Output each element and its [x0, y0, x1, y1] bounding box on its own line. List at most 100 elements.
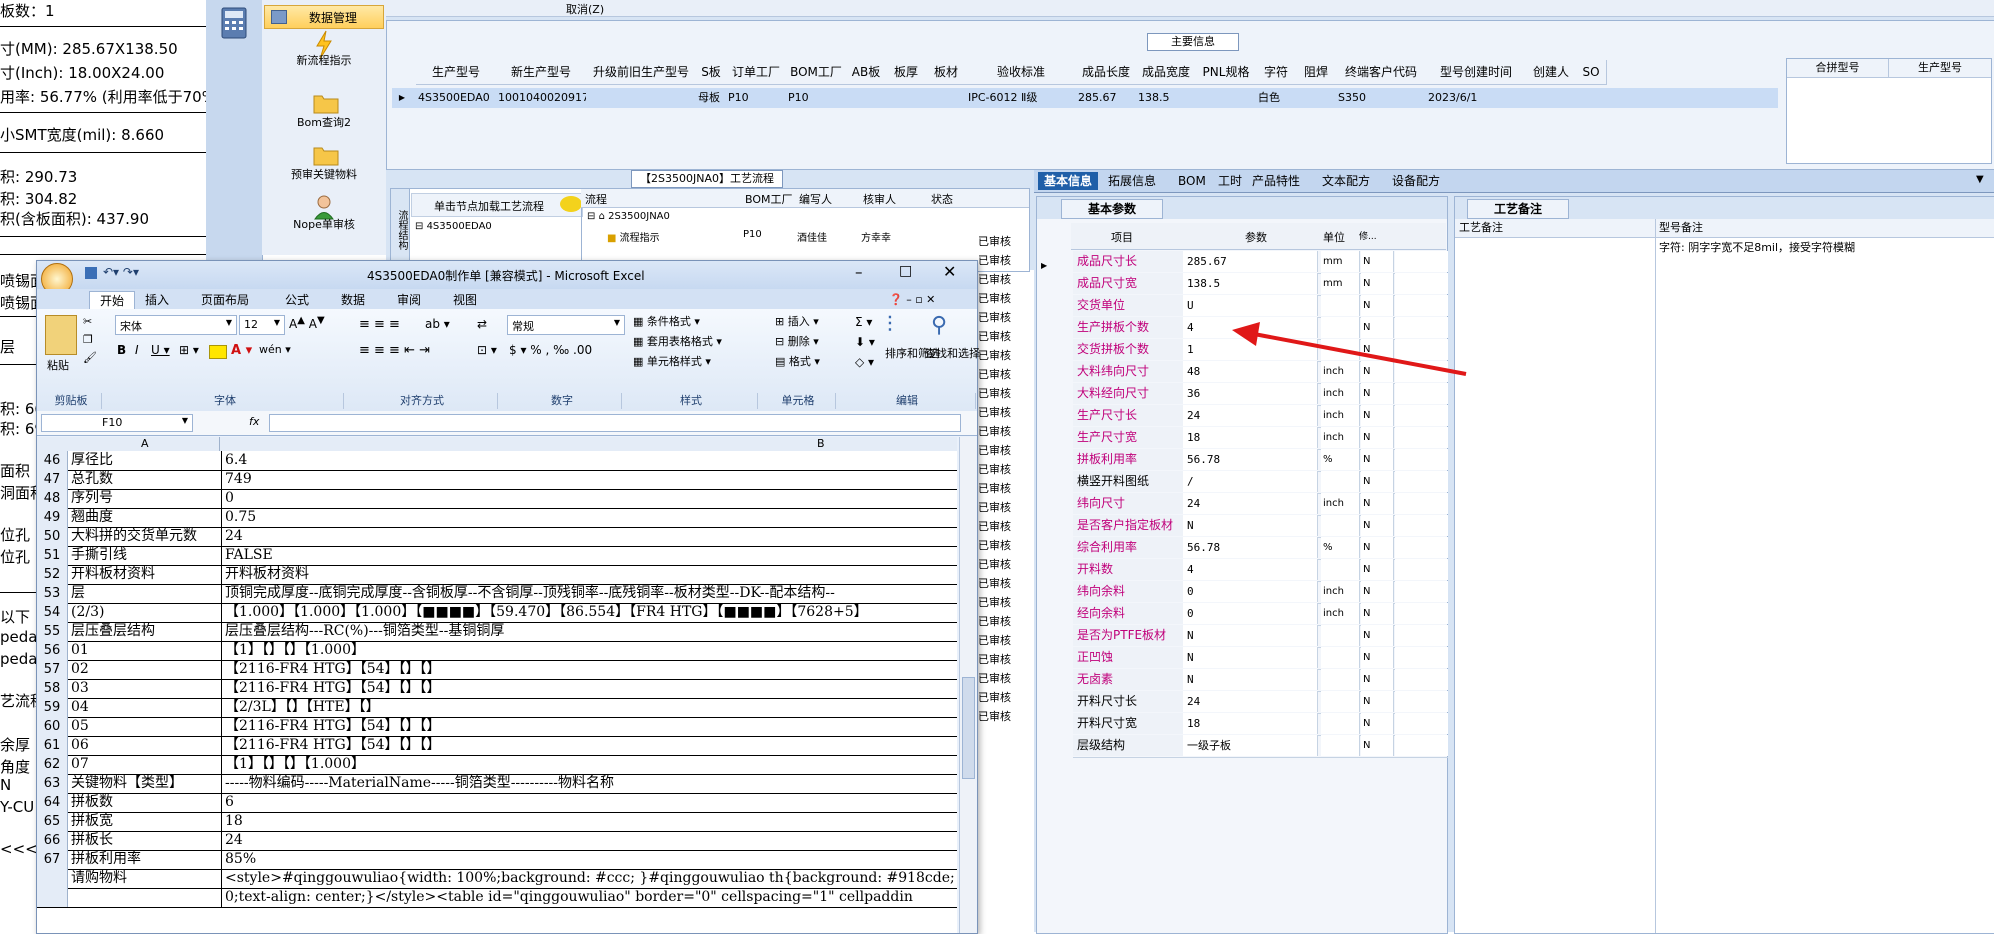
sheet-row[interactable]: 67 拼板利用率 85% [37, 850, 957, 870]
cell-b[interactable]: 【2116-FR4 HTG】【54】【】【】 [223, 679, 957, 698]
param-cell-v[interactable]: 24 [1183, 691, 1318, 712]
param-cell-u[interactable]: inch [1321, 427, 1360, 448]
main-grid-cell[interactable]: P10 [728, 88, 786, 108]
cell-b[interactable]: FALSE [223, 546, 957, 565]
param-cell-n[interactable]: N [1361, 493, 1394, 514]
row-number[interactable]: 62 [37, 755, 68, 774]
main-grid-col-header[interactable]: 板材 [926, 60, 967, 85]
sheet-row[interactable]: 59 04 【2/3L】【】【HTE】【】 [37, 698, 957, 718]
ribbon-tab[interactable]: 公式 [285, 291, 309, 308]
param-row[interactable]: 开料尺寸长 24 N [1073, 691, 1448, 714]
param-cell-n[interactable]: N [1361, 713, 1394, 734]
flow-structure-side-tab[interactable]: 流程结构 [391, 189, 410, 271]
param-cell-u[interactable] [1321, 669, 1360, 690]
underline-icon[interactable]: U ▾ [151, 343, 170, 357]
row-number[interactable]: 61 [37, 736, 68, 755]
sheet-row[interactable]: 60 05 【2116-FR4 HTG】【54】【】【】 [37, 717, 957, 737]
main-grid-col-header[interactable]: 生产型号 [416, 60, 497, 85]
find-select-button[interactable]: 查找和选择 [925, 345, 980, 361]
param-row[interactable]: 成品尺寸宽 138.5 mm N [1073, 273, 1448, 296]
param-cell-u[interactable]: mm [1321, 251, 1360, 272]
sheet-row[interactable]: 63 关键物料【类型】 -----物料编码-----MaterialName----… [37, 774, 957, 794]
param-cell-n[interactable]: N [1361, 581, 1394, 602]
row-number[interactable]: 57 [37, 660, 68, 679]
vertical-scrollbar[interactable] [959, 437, 976, 933]
param-cell-u[interactable]: inch [1321, 405, 1360, 426]
main-grid-col-header[interactable]: 板厚 [886, 60, 927, 85]
ribbon-tab[interactable]: 审阅 [397, 291, 421, 308]
param-row[interactable]: 无卤素 N N [1073, 669, 1448, 692]
row-number[interactable]: 46 [37, 451, 68, 470]
sheet-row[interactable]: 53 层顶铜完成厚度--底铜完成厚度--含铜板厚--不含铜厚--顶残铜率--底残铜… [37, 584, 957, 604]
sheet-row[interactable]: 66 拼板长 24 [37, 831, 957, 851]
param-cell-u[interactable]: % [1321, 537, 1360, 558]
dropdown-arrow-icon[interactable]: ▼ [1976, 174, 1984, 185]
col-header-param[interactable]: 参数 [1245, 229, 1267, 245]
sheet-row[interactable]: 49 翘曲度 0.75 [37, 508, 957, 528]
sheet-row[interactable]: 请购物料 <style>#qinggouwuliao{width: 100%;ba… [37, 869, 957, 889]
param-row[interactable]: 生产尺寸宽 18 inch N [1073, 427, 1448, 450]
find-select-icon[interactable]: ⚲ [931, 313, 947, 338]
number-format-select[interactable]: 常规 ▼ [507, 315, 625, 335]
font-color-icon[interactable]: A ▾ [231, 343, 252, 358]
param-cell-v[interactable]: N [1183, 647, 1318, 668]
save-icon[interactable] [85, 267, 97, 279]
param-cell-u[interactable]: inch [1321, 383, 1360, 404]
main-grid-cell[interactable]: 母板 [698, 88, 726, 108]
delete-cell-button[interactable]: ⊟ 删除 ▾ [775, 335, 819, 349]
param-cell-n[interactable]: N [1361, 537, 1394, 558]
nav-item-nope-review[interactable]: Nope单审核 [262, 194, 386, 232]
row-number[interactable]: 50 [37, 527, 68, 546]
sort-filter-icon[interactable]: ⫶ [887, 313, 893, 338]
param-cell-v[interactable]: N [1183, 625, 1318, 646]
param-cell-u[interactable]: inch [1321, 581, 1360, 602]
main-grid-cell[interactable]: 10010400209179 [498, 88, 586, 108]
main-grid-cell[interactable] [1528, 88, 1576, 108]
cell-a[interactable]: 拼板利用率 [69, 850, 222, 869]
cell-b[interactable]: 0.75 [223, 508, 957, 527]
row-number[interactable]: 49 [37, 508, 68, 527]
sheet-row[interactable]: 58 03 【2116-FR4 HTG】【54】【】【】 [37, 679, 957, 699]
ribbon-tab[interactable]: 插入 [145, 291, 169, 308]
param-cell-u[interactable]: inch [1321, 493, 1360, 514]
sheet-row[interactable]: 52 开料板材资料 开料板材资料 [37, 565, 957, 585]
row-number[interactable]: 66 [37, 831, 68, 850]
main-grid-cell[interactable]: 4S3500EDA0 [418, 88, 496, 108]
fill-color-icon[interactable] [209, 345, 227, 359]
param-row[interactable]: 纬向余料 0 inch N [1073, 581, 1448, 604]
conditional-format-button[interactable]: ▦ 条件格式 ▾ [633, 315, 700, 329]
row-number[interactable]: 65 [37, 812, 68, 831]
cell-b[interactable]: 【1.000】【1.000】【1.000】【■■■■】【59.470】【86.5… [223, 603, 957, 622]
main-grid-col-header[interactable]: 创建人 [1526, 60, 1577, 85]
grow-font-icon[interactable]: A▲ A▼ [289, 315, 325, 331]
tree-node-flow[interactable]: ■ 流程指示 [607, 229, 660, 244]
detail-tab[interactable]: 工时 [1218, 172, 1242, 190]
param-cell-v[interactable]: 18 [1183, 713, 1318, 734]
sheet-row[interactable]: 64 拼板数 6 [37, 793, 957, 813]
main-grid-cell[interactable] [848, 88, 886, 108]
param-cell-u[interactable] [1321, 625, 1360, 646]
maximize-icon[interactable]: □ [899, 263, 912, 279]
cell-a[interactable]: 03 [69, 679, 222, 698]
ribbon-tab[interactable]: 数据 [341, 291, 365, 308]
main-grid-col-header[interactable]: 成品宽度 [1136, 60, 1197, 85]
ribbon-tab[interactable]: 开始 [89, 291, 136, 310]
main-grid-cell[interactable]: 138.5 [1138, 88, 1196, 108]
row-number[interactable]: 58 [37, 679, 68, 698]
sum-icon[interactable]: Σ ▾ [855, 315, 872, 329]
col-header-process-note[interactable]: 工艺备注 [1455, 219, 1656, 238]
cell-b[interactable]: 【1】【】【】【1.000】 [223, 641, 957, 660]
main-grid-cell[interactable]: 2023/6/1 [1428, 88, 1526, 108]
ribbon-tab[interactable]: 页面布局 [201, 291, 249, 308]
font-size-select[interactable]: 12 ▼ [239, 315, 285, 335]
sheet-row[interactable]: 57 02 【2116-FR4 HTG】【54】【】【】 [37, 660, 957, 680]
model-note-text[interactable]: 字符: 阴字字宽不足8mil，接受字符模糊 [1659, 239, 1855, 255]
cell-b[interactable]: 【2116-FR4 HTG】【54】【】【】 [223, 717, 957, 736]
main-grid-cell[interactable]: IPC-6012 Ⅱ级 [968, 88, 1076, 108]
param-cell-v[interactable]: 56.78 [1183, 449, 1318, 470]
load-flow-hint[interactable]: 单击节点加载工艺流程 [411, 193, 583, 217]
main-grid-cell[interactable] [928, 88, 966, 108]
param-cell-n[interactable]: N [1361, 449, 1394, 470]
param-row[interactable]: 经向余料 0 inch N [1073, 603, 1448, 626]
cell-a[interactable]: 拼板宽 [69, 812, 222, 831]
